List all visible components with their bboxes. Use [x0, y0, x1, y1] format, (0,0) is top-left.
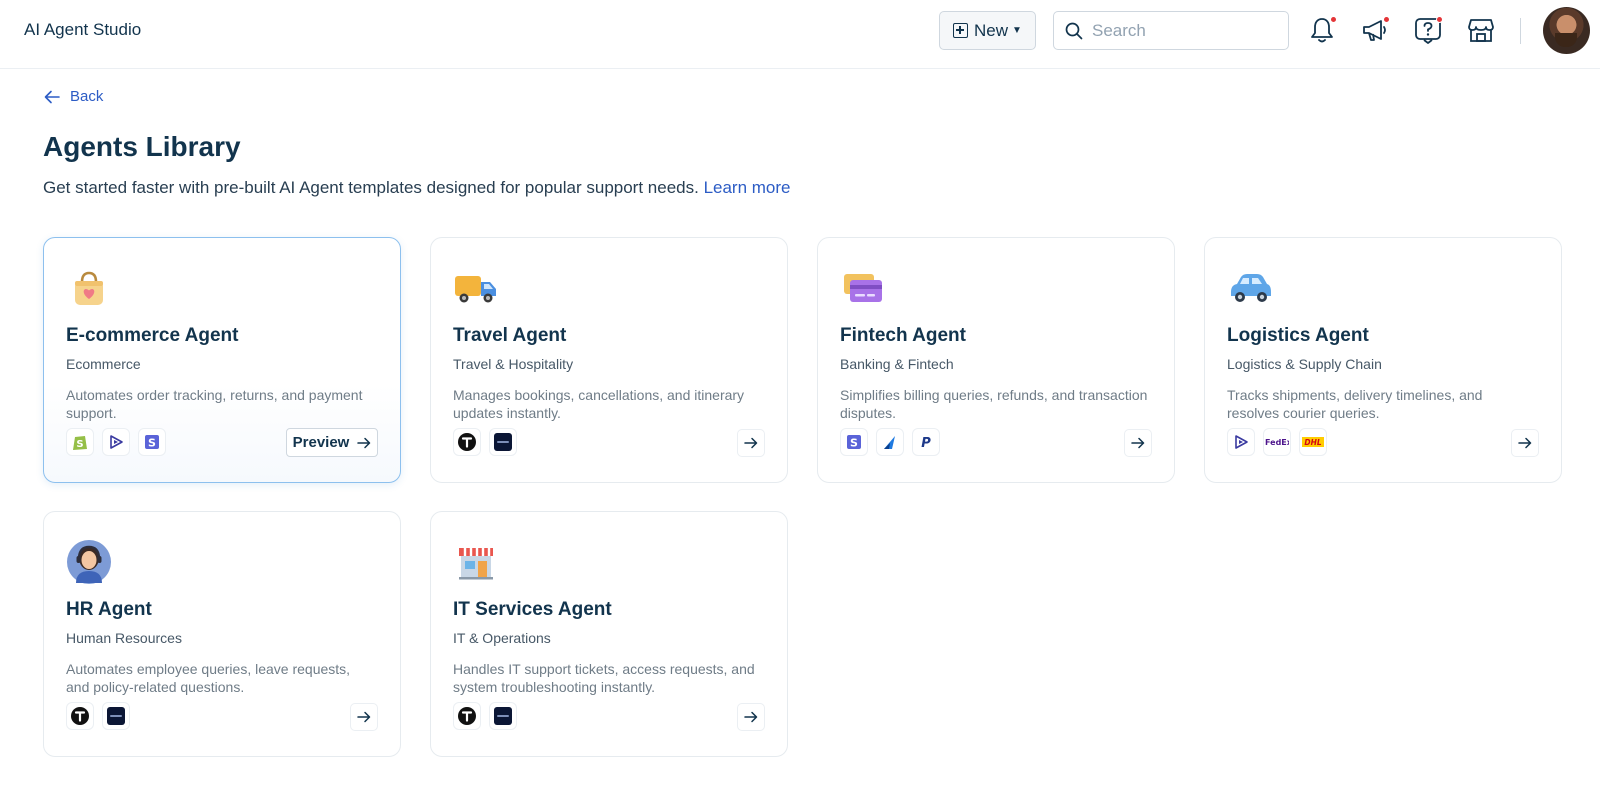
t-logo-icon [453, 428, 481, 456]
support-person-icon [66, 539, 112, 585]
agent-card-it-services[interactable]: IT Services Agent IT & Operations Handle… [430, 511, 788, 757]
search-input[interactable] [1092, 20, 1272, 41]
agent-category: IT & Operations [453, 630, 551, 646]
agent-description: Automates order tracking, returns, and p… [66, 387, 363, 421]
agent-description: Simplifies billing queries, refunds, and… [840, 387, 1148, 421]
paypal-logo-icon: P [912, 428, 940, 456]
agent-category: Ecommerce [66, 356, 141, 372]
play-logo-icon [102, 428, 130, 456]
arrow-right-icon [357, 437, 371, 448]
agent-name: IT Services Agent [453, 599, 612, 620]
agent-name: Fintech Agent [840, 325, 966, 346]
agent-category: Logistics & Supply Chain [1227, 356, 1382, 372]
learn-more-link[interactable]: Learn more [704, 178, 791, 197]
agent-name: Logistics Agent [1227, 325, 1369, 346]
shopify-logo-icon: S [66, 428, 94, 456]
open-agent-button[interactable] [737, 703, 765, 731]
preview-label: Preview [292, 434, 350, 451]
amadeus-logo-icon [489, 702, 517, 730]
preview-button[interactable]: Preview [286, 428, 378, 457]
fedex-text: FedEx [1265, 438, 1289, 447]
plus-square-icon [953, 23, 969, 38]
agent-description: Handles IT support tickets, access reque… [453, 661, 755, 695]
agent-category: Travel & Hospitality [453, 356, 574, 372]
page-subtitle: Get started faster with pre-built AI Age… [43, 178, 791, 198]
agent-card-travel[interactable]: Travel Agent Travel & Hospitality Manage… [430, 237, 788, 483]
fedex-logo-icon: FedEx [1263, 428, 1291, 456]
integration-logos [453, 428, 517, 456]
stripe-logo-icon: S [138, 428, 166, 456]
notification-dot [1383, 16, 1390, 23]
announcements-button[interactable] [1359, 14, 1391, 46]
agent-name: HR Agent [66, 599, 152, 620]
arrow-right-icon [744, 711, 758, 723]
shopping-bag-icon [66, 265, 112, 311]
arrow-left-icon [44, 90, 60, 103]
agent-card-hr[interactable]: HR Agent Human Resources Automates emplo… [43, 511, 401, 757]
top-bar: AI Agent Studio New ▼ [0, 0, 1600, 69]
agent-description: Tracks shipments, delivery timelines, an… [1227, 387, 1483, 421]
notifications-button[interactable] [1306, 14, 1338, 46]
notification-dot [1436, 16, 1443, 23]
agent-card-fintech[interactable]: Fintech Agent Banking & Fintech Simplifi… [817, 237, 1175, 483]
new-button[interactable]: New ▼ [939, 11, 1036, 50]
agent-name: Travel Agent [453, 325, 567, 346]
arrow-right-icon [1131, 437, 1145, 449]
agent-name: E-commerce Agent [66, 325, 239, 346]
integration-logos: S S [66, 428, 166, 456]
storefront-icon [453, 539, 499, 585]
integration-logos [66, 702, 130, 730]
agent-description: Manages bookings, cancellations, and iti… [453, 387, 745, 421]
agent-category: Banking & Fintech [840, 356, 954, 372]
stripe-logo-icon: S [840, 428, 868, 456]
agent-card-logistics[interactable]: Logistics Agent Logistics & Supply Chain… [1204, 237, 1562, 483]
arrow-right-icon [357, 711, 371, 723]
integration-logos: FedEx DHL [1227, 428, 1327, 456]
integration-logos: S P [840, 428, 940, 456]
svg-text:S: S [76, 439, 83, 450]
sail-logo-icon [876, 428, 904, 456]
svg-text:S: S [850, 437, 858, 450]
back-label: Back [70, 88, 104, 105]
notification-dot [1330, 16, 1337, 23]
play-logo-icon [1227, 428, 1255, 456]
marketplace-button[interactable] [1465, 14, 1497, 46]
t-logo-icon [66, 702, 94, 730]
search-icon [1065, 22, 1083, 39]
delivery-truck-icon [453, 265, 499, 311]
t-logo-icon [453, 702, 481, 730]
toolbar-divider [1520, 18, 1521, 44]
page-title: Agents Library [43, 131, 241, 162]
agent-card-ecommerce[interactable]: E-commerce Agent Ecommerce Automates ord… [43, 237, 401, 483]
arrow-right-icon [744, 437, 758, 449]
open-agent-button[interactable] [1511, 429, 1539, 457]
user-avatar[interactable] [1543, 7, 1590, 54]
search-box[interactable] [1053, 11, 1289, 50]
new-button-label: New [974, 20, 1009, 40]
arrow-right-icon [1518, 437, 1532, 449]
open-agent-button[interactable] [350, 703, 378, 731]
agent-category: Human Resources [66, 630, 182, 646]
agent-description: Automates employee queries, leave reques… [66, 661, 351, 695]
subtitle-text: Get started faster with pre-built AI Age… [43, 178, 699, 197]
svg-text:P: P [921, 436, 931, 450]
car-icon [1227, 265, 1273, 311]
open-agent-button[interactable] [1124, 429, 1152, 457]
store-icon [1468, 19, 1494, 42]
dhl-text: DHL [1304, 438, 1322, 447]
back-link[interactable]: Back [44, 88, 103, 105]
amadeus-logo-icon [102, 702, 130, 730]
integration-logos [453, 702, 517, 730]
credit-card-icon [840, 265, 886, 311]
open-agent-button[interactable] [737, 429, 765, 457]
app-title: AI Agent Studio [24, 20, 142, 39]
svg-text:S: S [148, 437, 156, 450]
chevron-down-icon: ▼ [1012, 25, 1022, 36]
dhl-logo-icon: DHL [1299, 428, 1327, 456]
amadeus-logo-icon [489, 428, 517, 456]
help-button[interactable] [1412, 14, 1444, 46]
